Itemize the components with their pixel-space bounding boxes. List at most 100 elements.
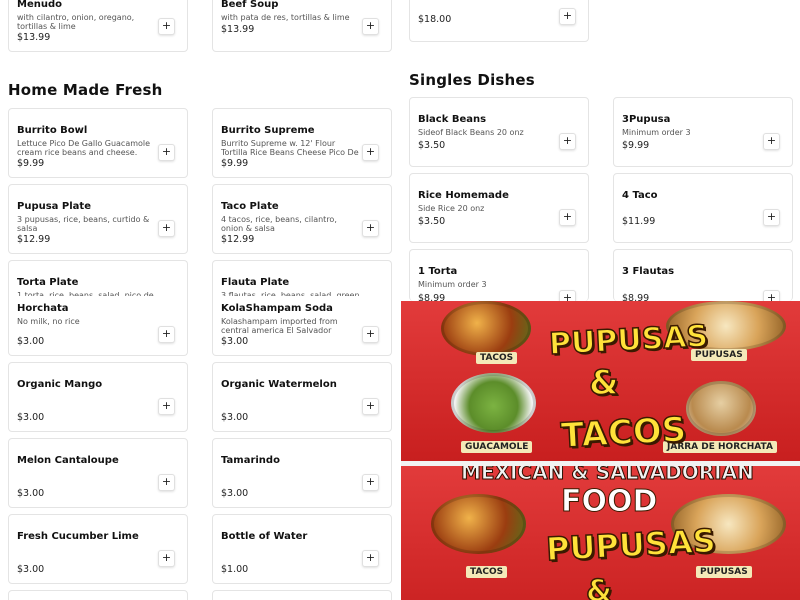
horchata-photo	[686, 381, 756, 436]
item-name: Organic Watermelon	[221, 379, 337, 390]
menu-item-card-bottle-of-water[interactable]: Bottle of Water $1.00 +	[212, 514, 392, 584]
menu-item-card-tamarindo[interactable]: Tamarindo $3.00 +	[212, 438, 392, 508]
item-price: $3.00	[17, 412, 45, 423]
add-to-cart-button[interactable]: +	[158, 474, 175, 491]
tacos-label-2: TACOS	[466, 566, 508, 578]
item-name: Burrito Bowl	[17, 125, 88, 136]
item-price: $3.00	[221, 412, 249, 423]
item-name: Menudo	[17, 0, 62, 10]
add-to-cart-button[interactable]: +	[559, 133, 576, 150]
menu-item-card-black-beans[interactable]: Black Beans Sideof Black Beans 20 onz $3…	[409, 97, 589, 167]
item-price: $9.99	[622, 140, 650, 151]
menu-item-card[interactable]	[212, 590, 392, 600]
item-name: Taco Plate	[221, 201, 279, 212]
item-price: $3.50	[418, 216, 446, 227]
item-name: 1 Torta	[418, 266, 458, 277]
item-description: Sideof Black Beans 20 onz	[418, 128, 524, 137]
menu-item-card-beef-soup[interactable]: Beef Soup with pata de res, tortillas & …	[212, 0, 392, 52]
add-to-cart-button[interactable]: +	[763, 290, 780, 301]
item-description: Lettuce Pico De Gallo Guacamole cream ri…	[17, 139, 151, 157]
add-to-cart-button[interactable]: +	[362, 18, 379, 35]
guacamole-photo	[451, 373, 536, 433]
restaurant-poster-photo: TACOS PUPUSAS GUACAMOLE JARRA DE HORCHAT…	[401, 301, 800, 600]
item-price: $3.00	[221, 488, 249, 499]
item-description: No milk, no rice	[17, 317, 80, 326]
menu-item-card-organic-mango[interactable]: Organic Mango $3.00 +	[8, 362, 188, 432]
menu-item-card-top[interactable]: $18.00 +	[409, 0, 589, 42]
menu-item-card-burrito-bowl[interactable]: Burrito Bowl Lettuce Pico De Gallo Guaca…	[8, 108, 188, 178]
item-name: 3Pupusa	[622, 114, 671, 125]
menu-item-card-horchata[interactable]: Horchata No milk, no rice $3.00 +	[8, 296, 188, 356]
item-description: Side Rice 20 onz	[418, 204, 485, 213]
add-to-cart-button[interactable]: +	[362, 220, 379, 237]
add-to-cart-button[interactable]: +	[158, 18, 175, 35]
guacamole-label: GUACAMOLE	[461, 441, 533, 453]
item-name: Bottle of Water	[221, 531, 308, 542]
add-to-cart-button[interactable]: +	[158, 398, 175, 415]
poster-banner-text: MEXICAN & SALVADORIAN	[461, 466, 755, 485]
item-price: $13.99	[221, 24, 255, 35]
menu-item-card-1-torta[interactable]: 1 Torta Minimum order 3 $8.99 +	[409, 249, 589, 301]
menu-item-card-organic-watermelon[interactable]: Organic Watermelon $3.00 +	[212, 362, 392, 432]
menu-item-card-4-taco[interactable]: 4 Taco $11.99 +	[613, 173, 793, 243]
item-price: $3.50	[418, 140, 446, 151]
add-to-cart-button[interactable]: +	[763, 209, 780, 226]
menu-item-card-pupusa-plate[interactable]: Pupusa Plate 3 pupusas, rice, beans, cur…	[8, 184, 188, 254]
item-price: $9.99	[17, 158, 45, 169]
menu-item-card-3-flautas[interactable]: 3 Flautas $8.99 +	[613, 249, 793, 301]
menu-item-card-fresh-cucumber-lime[interactable]: Fresh Cucumber Lime $3.00 +	[8, 514, 188, 584]
menu-item-card-taco-plate[interactable]: Taco Plate 4 tacos, rice, beans, cilantr…	[212, 184, 392, 254]
menu-item-card-menudo[interactable]: Menudo with cilantro, onion, oregano, to…	[8, 0, 188, 52]
poster-word-tacos: TACOS	[559, 409, 688, 457]
add-to-cart-button[interactable]: +	[362, 144, 379, 161]
tacos-photo-2	[431, 494, 526, 554]
add-to-cart-button[interactable]: +	[362, 398, 379, 415]
add-to-cart-button[interactable]: +	[559, 209, 576, 226]
add-to-cart-button[interactable]: +	[362, 474, 379, 491]
item-price: $8.99	[622, 293, 650, 301]
menu-item-card-kolashampam-soda[interactable]: KolaShampam Soda Kolashampam imported fr…	[212, 296, 392, 356]
item-name: Rice Homemade	[418, 190, 509, 201]
add-to-cart-button[interactable]: +	[158, 220, 175, 237]
item-price: $12.99	[17, 234, 51, 245]
item-name: Beef Soup	[221, 0, 279, 10]
item-name: Organic Mango	[17, 379, 103, 390]
menu-item-card-rice-homemade[interactable]: Rice Homemade Side Rice 20 onz $3.50 +	[409, 173, 589, 243]
item-name: Fresh Cucumber Lime	[17, 531, 139, 542]
tacos-label: TACOS	[476, 352, 518, 364]
item-price: $3.00	[17, 564, 45, 575]
menu-item-card-torta-plate[interactable]: Torta Plate 1 torta, rice, beans, salad,…	[8, 260, 188, 300]
item-name: Pupusa Plate	[17, 201, 91, 212]
add-to-cart-button[interactable]: +	[559, 290, 576, 301]
item-price: $9.99	[221, 158, 249, 169]
item-name: Melon Cantaloupe	[17, 455, 119, 466]
menu-item-card-melon-cantaloupe[interactable]: Melon Cantaloupe $3.00 +	[8, 438, 188, 508]
add-to-cart-button[interactable]: +	[763, 133, 780, 150]
add-to-cart-button[interactable]: +	[158, 326, 175, 343]
add-to-cart-button[interactable]: +	[158, 550, 175, 567]
poster-word-food: FOOD	[560, 484, 658, 520]
add-to-cart-button[interactable]: +	[362, 326, 379, 343]
menu-item-card-flauta-plate[interactable]: Flauta Plate 3 flautas, rice, beans, sal…	[212, 260, 392, 300]
item-description: with pata de res, tortillas & lime	[221, 13, 350, 22]
item-price: $18.00	[418, 14, 452, 25]
add-to-cart-button[interactable]: +	[362, 550, 379, 567]
section-title-singles-dishes: Singles Dishes	[409, 71, 535, 89]
add-to-cart-button[interactable]: +	[559, 8, 576, 25]
poster-word-and-2: &	[585, 573, 613, 600]
item-description: with cilantro, onion, oregano, tortillas…	[17, 13, 135, 31]
item-name: Torta Plate	[17, 277, 79, 288]
item-name: Tamarindo	[221, 455, 280, 466]
item-price: $3.00	[17, 336, 45, 347]
item-description: Minimum order 3	[622, 128, 691, 137]
poster-panel-top: TACOS PUPUSAS GUACAMOLE JARRA DE HORCHAT…	[401, 301, 800, 461]
menu-item-card[interactable]	[8, 590, 188, 600]
poster-word-pupusas-2: PUPUSAS	[544, 521, 717, 569]
menu-item-card-3pupusa[interactable]: 3Pupusa Minimum order 3 $9.99 +	[613, 97, 793, 167]
add-to-cart-button[interactable]: +	[158, 144, 175, 161]
item-name: Burrito Supreme	[221, 125, 315, 136]
menu-item-card-burrito-supreme[interactable]: Burrito Supreme Burrito Supreme w. 12' F…	[212, 108, 392, 178]
item-price: $3.00	[221, 336, 249, 347]
item-price: $8.99	[418, 293, 446, 301]
item-price: $12.99	[221, 234, 255, 245]
